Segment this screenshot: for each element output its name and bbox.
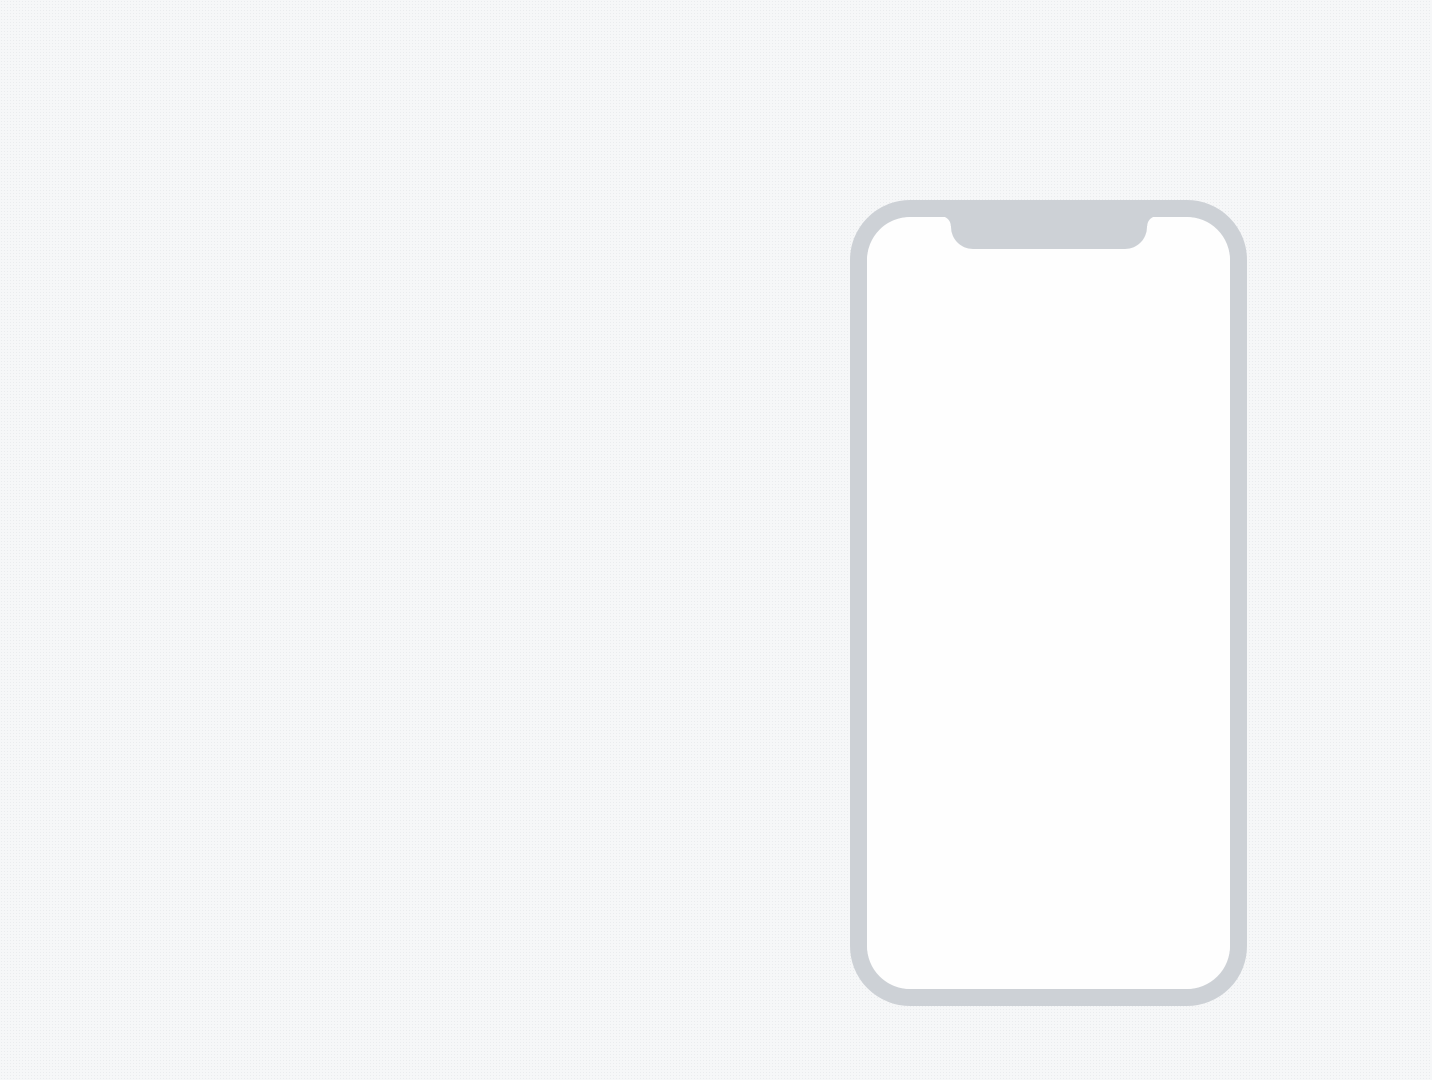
phone-screen — [867, 217, 1230, 989]
canvas — [0, 0, 1432, 1080]
phone-notch — [940, 216, 1157, 249]
phone-frame — [850, 200, 1247, 1006]
